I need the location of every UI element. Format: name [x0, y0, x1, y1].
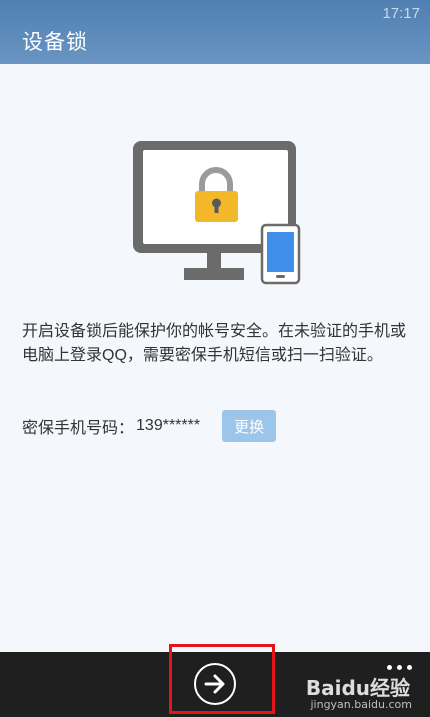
header-bar: 17:17 设备锁 [0, 0, 430, 64]
next-button[interactable] [194, 663, 236, 705]
baidu-watermark-url: jingyan.baidu.com [310, 698, 412, 711]
security-phone-number: 139****** [136, 417, 201, 434]
status-time: 17:17 [382, 5, 420, 22]
device-lock-description: 开启设备锁后能保护你的帐号安全。在未验证的手机或电脑上登录QQ，需要密保手机短信… [22, 323, 407, 364]
smartphone-icon [260, 223, 301, 285]
baidu-watermark: Baidu经验 [305, 676, 410, 700]
device-lock-illustration [133, 141, 301, 285]
security-phone-label: 密保手机号码： [22, 420, 135, 437]
security-phone-row: 密保手机号码： 139****** 更换 [22, 410, 277, 442]
page-title: 设备锁 [22, 31, 88, 54]
ellipsis-icon [386, 664, 392, 670]
arrow-right-icon [204, 674, 225, 694]
change-phone-button[interactable]: 更换 [222, 410, 277, 442]
device-lock-screen: 17:17 设备锁 开启设备锁后能保护你的帐号安全。在未验证的手机或电脑上登录Q… [0, 0, 430, 717]
